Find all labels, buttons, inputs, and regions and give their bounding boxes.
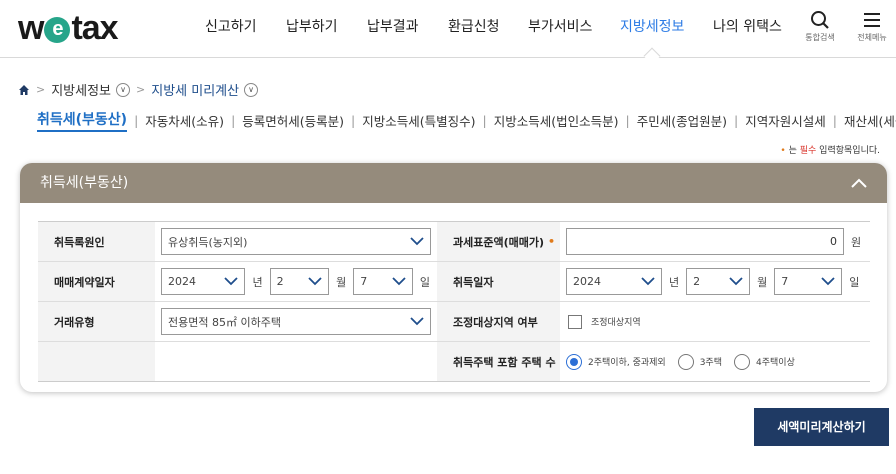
tab-local-income-corp[interactable]: 지방소득세(법인소득분) <box>494 111 619 130</box>
breadcrumb-level1[interactable]: 지방세정보 <box>51 80 111 99</box>
contract-date-label: 매매계약일자 <box>38 262 155 301</box>
chevron-down-icon <box>410 317 424 326</box>
chevron-down-icon[interactable]: ∨ <box>244 82 259 97</box>
radio-two-or-less[interactable] <box>566 353 582 370</box>
wetax-logo[interactable]: w e tax <box>18 9 119 48</box>
adjusted-area-checkbox[interactable] <box>568 314 582 329</box>
home-icon[interactable] <box>18 84 30 96</box>
nav-pay[interactable]: 납부하기 <box>286 16 338 36</box>
chevron-down-icon <box>729 277 743 286</box>
tax-base-input[interactable]: 0 <box>566 228 844 255</box>
breadcrumb-level2[interactable]: 지방세 미리계산 <box>151 80 239 99</box>
search-icon <box>811 11 829 29</box>
menu-label: 전체메뉴 <box>857 33 887 42</box>
form-grid: 취득록원인 유상취득(농지외) 과세표준액(매매가) • 0 원 매매계약일자 2… <box>38 221 870 382</box>
acq-year-select[interactable]: 2024 <box>566 268 662 295</box>
chevron-up-icon[interactable] <box>849 173 869 193</box>
calculate-tax-button[interactable]: 세액미리계산하기 <box>754 408 889 446</box>
chevron-down-icon <box>308 277 322 286</box>
nav-local-tax-info[interactable]: 지방세정보 <box>620 16 684 36</box>
nav-my-wetax[interactable]: 나의 위택스 <box>713 16 782 36</box>
tab-regional-resource-tax[interactable]: 지역자원시설세 <box>745 111 826 130</box>
breadcrumb: > 지방세정보 ∨ > 지방세 미리계산 ∨ <box>18 80 259 99</box>
tax-type-tabs: 취득세(부동산) | 자동차세(소유) | 등록면허세(등록분) | 지방소득세… <box>37 109 896 132</box>
won-unit: 원 <box>851 235 862 249</box>
chevron-down-icon <box>224 277 239 286</box>
nav-pay-result[interactable]: 납부결과 <box>367 16 419 36</box>
nav-refund[interactable]: 환급신청 <box>448 16 500 36</box>
search-label: 통합검색 <box>805 33 835 42</box>
transaction-type-select[interactable]: 전용면적 85㎡ 이하주택 <box>161 308 431 335</box>
tab-resident-tax[interactable]: 주민세(종업원분) <box>637 111 727 130</box>
tab-property-tax[interactable]: 재산세(세율특례) <box>844 111 896 130</box>
chevron-right-icon: > <box>36 83 46 96</box>
all-menu-button[interactable]: 전체메뉴 <box>852 10 892 43</box>
chevron-down-icon[interactable]: ∨ <box>116 82 131 97</box>
tab-acquisition-tax[interactable]: 취득세(부동산) <box>37 109 128 132</box>
tab-registration-tax[interactable]: 등록면허세(등록분) <box>242 111 344 130</box>
nav-file[interactable]: 신고하기 <box>205 16 257 36</box>
contract-year-select[interactable]: 2024 <box>161 268 246 295</box>
panel-header[interactable]: 취득세(부동산) <box>20 163 887 203</box>
search-button[interactable]: 통합검색 <box>800 10 840 43</box>
contract-day-select[interactable]: 7 <box>353 268 413 295</box>
acquisition-date-label: 취득일자 <box>437 262 560 301</box>
radio-four-or-more[interactable] <box>734 353 750 370</box>
contract-month-select[interactable]: 2 <box>269 268 330 295</box>
calc-panel: 취득세(부동산) 취득록원인 유상취득(농지외) 과세표준액(매매가) • 0 원… <box>20 163 887 392</box>
house-count-label: 취득주택 포함 주택 수 <box>437 342 560 381</box>
hamburger-icon <box>864 13 880 27</box>
panel-title: 취득세(부동산) <box>40 175 129 191</box>
required-note: • 는 필수 입력항목입니다. <box>780 146 880 156</box>
acq-day-select[interactable]: 7 <box>774 268 843 295</box>
adjusted-area-checkbox-label: 조정대상지역 <box>591 318 641 328</box>
chevron-down-icon <box>392 277 406 286</box>
nav-extra-services[interactable]: 부가서비스 <box>528 16 592 36</box>
radio-three[interactable] <box>677 353 694 370</box>
active-nav-caret <box>643 47 661 65</box>
acquisition-cause-label: 취득록원인 <box>38 222 155 261</box>
acq-month-select[interactable]: 2 <box>686 268 751 295</box>
tab-local-income-special[interactable]: 지방소득세(특별징수) <box>362 111 475 130</box>
adjusted-area-label: 조정대상지역 여부 <box>437 302 560 341</box>
tax-base-label: 과세표준액(매매가) • <box>437 222 560 261</box>
acquisition-cause-select[interactable]: 유상취득(농지외) <box>161 228 431 255</box>
chevron-down-icon <box>641 277 655 286</box>
site-header: w e tax 신고하기 납부하기 납부결과 환급신청 부가서비스 지방세정보 나의… <box>0 0 896 65</box>
transaction-type-label: 거래유형 <box>38 302 155 341</box>
chevron-down-icon <box>821 277 835 286</box>
tab-vehicle-tax[interactable]: 자동차세(소유) <box>145 111 224 130</box>
chevron-down-icon <box>410 237 424 246</box>
chevron-right-icon: > <box>136 83 146 96</box>
